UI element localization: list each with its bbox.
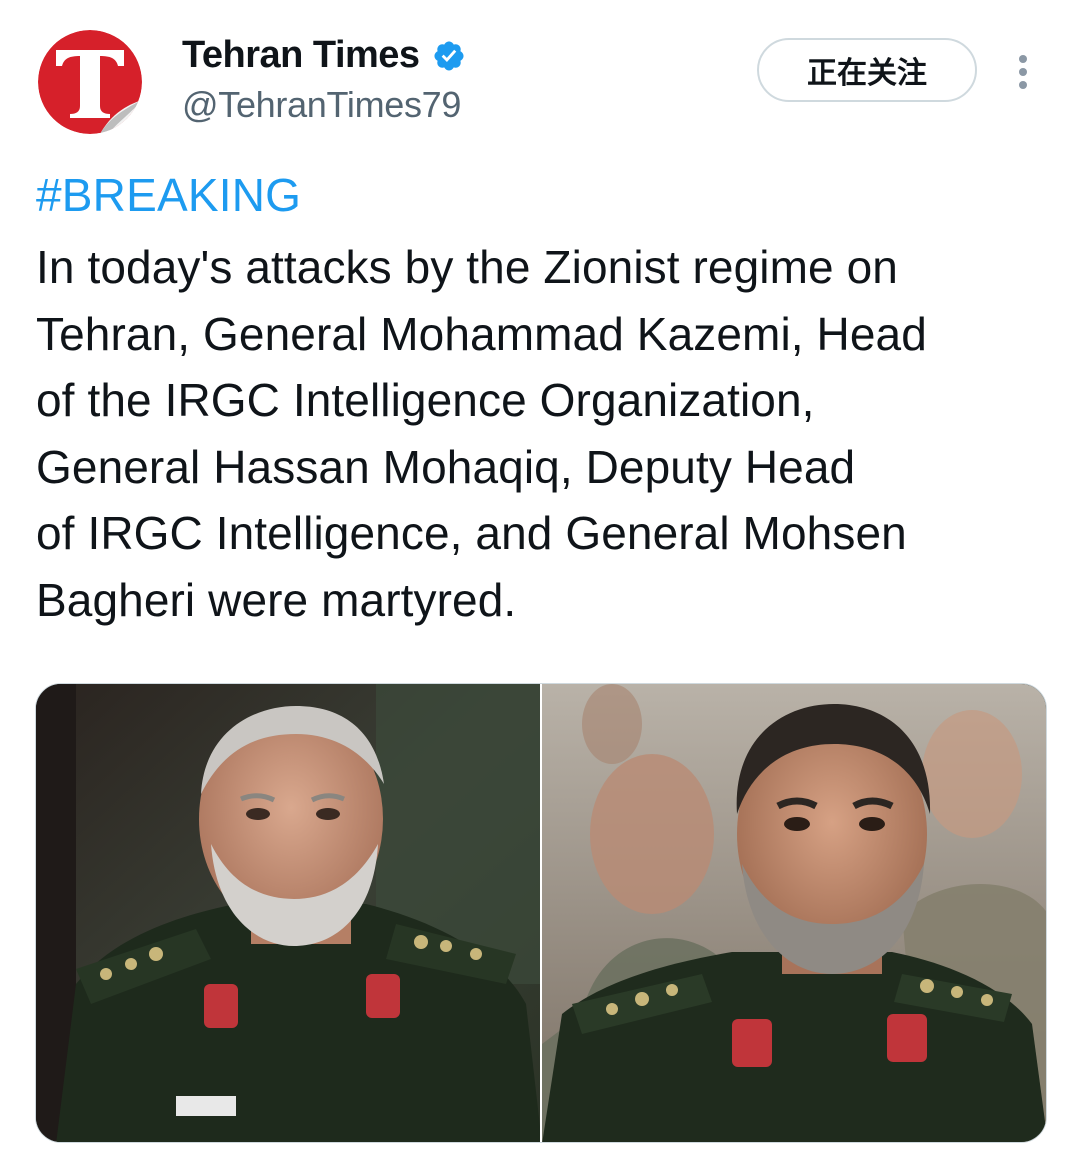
more-menu-button[interactable] (1006, 48, 1040, 96)
portrait-photo-left (36, 684, 540, 1142)
tweet-text-line: of the IRGC Intelligence Organization, (36, 374, 815, 426)
photo-left[interactable] (36, 684, 540, 1142)
following-button[interactable]: 正在关注 (757, 38, 977, 102)
display-name[interactable]: Tehran Times (182, 34, 466, 77)
portrait-photo-right (541, 684, 1046, 1142)
verified-badge-icon (434, 40, 464, 71)
handle[interactable]: @TehranTimes79 (182, 84, 461, 126)
tweet-text-line: Tehran, General Mohammad Kazemi, Head (36, 307, 927, 360)
avatar[interactable] (38, 30, 142, 134)
hashtag-link[interactable]: #BREAKING (36, 168, 301, 222)
tweet-text-line: of IRGC Intelligence, and General Mohsen (36, 507, 907, 559)
tweet-text-line: In today's attacks by the Zionist regime… (36, 241, 898, 293)
tweet-text-line: Bagheri were martyred. (36, 573, 517, 626)
tweet: Tehran Times @TehranTimes79 正在关注 #BREAKI… (0, 0, 1080, 1167)
tweet-media (35, 683, 1047, 1143)
photo-right[interactable] (541, 684, 1046, 1142)
tehran-times-logo-icon (38, 30, 142, 134)
more-vertical-icon (1019, 55, 1027, 89)
display-name-text: Tehran Times (182, 34, 420, 76)
tweet-text-line: General Hassan Mohaqiq, Deputy Head (36, 440, 856, 493)
tweet-text: In today's attacks by the Zionist regime… (36, 234, 1046, 633)
